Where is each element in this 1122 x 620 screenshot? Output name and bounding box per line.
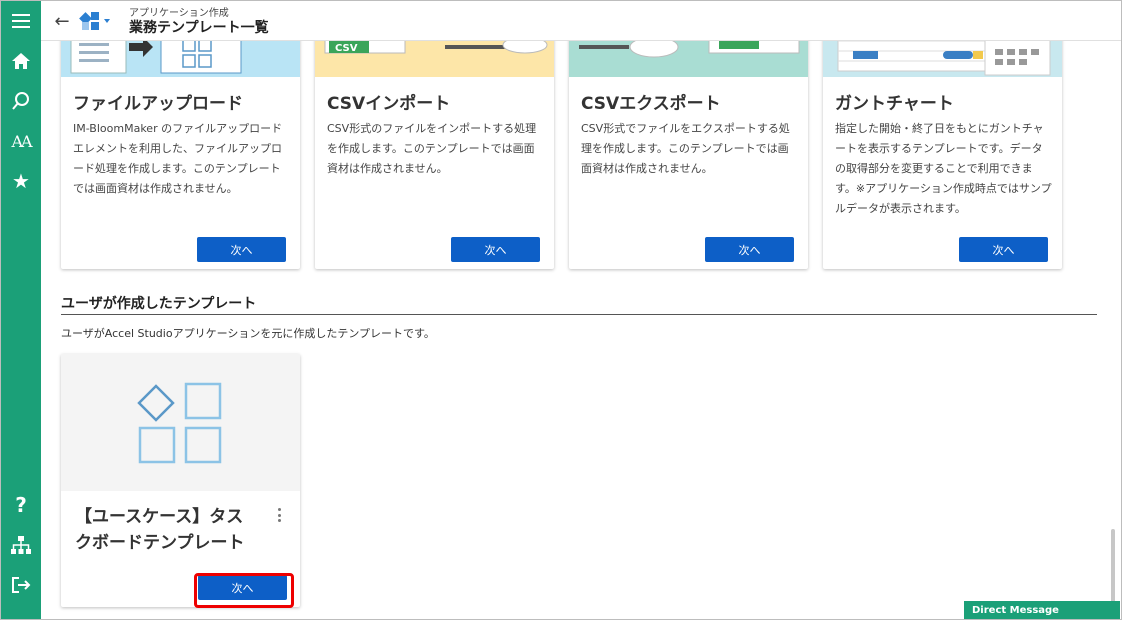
more-options-icon[interactable] xyxy=(274,506,284,524)
app-tool-icon[interactable] xyxy=(79,9,119,33)
template-card-gantt-chart: ガントチャート 指定した開始・終了日をもとにガントチャートを表示するテンプレート… xyxy=(823,41,1062,269)
card-illustration xyxy=(61,41,300,77)
template-card-csv-import: CSV CSVインポート CSV形式のファイルをインポートする処理を作成します。… xyxy=(315,41,554,269)
page-title: 業務テンプレート一覧 xyxy=(129,20,269,36)
card-title: ファイルアップロード xyxy=(73,94,243,114)
card-description: CSV形式のファイルをインポートする処理を作成します。このテンプレートでは画面資… xyxy=(327,122,537,175)
section-divider xyxy=(61,314,1097,315)
app-window: AA ★ ? ← アプリケーション作成 業務テンプレート一覧 ファイルアップロー… xyxy=(0,0,1122,620)
sitemap-icon[interactable] xyxy=(1,525,41,565)
card-illustration xyxy=(569,41,808,77)
card-description: 指定した開始・終了日をもとにガントチャートを表示するテンプレートです。データの取… xyxy=(835,122,1052,215)
menu-icon[interactable] xyxy=(1,1,41,41)
back-arrow-icon[interactable]: ← xyxy=(51,10,73,32)
card-title: 【ユースケース】タス クボードテンプレート xyxy=(75,504,245,556)
template-card-csv-export: CSVエクスポート CSV形式でファイルをエクスポートする処理を作成します。この… xyxy=(569,41,808,269)
card-description: CSV形式でファイルをエクスポートする処理を作成します。このテンプレートでは画面… xyxy=(581,122,790,175)
highlight-box xyxy=(194,573,294,608)
font-icon[interactable]: AA xyxy=(1,121,41,161)
csv-tag: CSV xyxy=(335,43,358,54)
next-button[interactable]: 次へ xyxy=(197,237,286,262)
direct-message-tab[interactable]: Direct Message xyxy=(964,601,1120,619)
card-title: ガントチャート xyxy=(835,94,954,114)
card-illustration: CSV xyxy=(315,41,554,77)
help-icon[interactable]: ? xyxy=(1,485,41,525)
header-bar: ← アプリケーション作成 業務テンプレート一覧 xyxy=(41,1,1121,41)
card-description: IM-BloomMaker のファイルアップロードエレメントを利用した、ファイル… xyxy=(73,122,283,195)
next-button[interactable]: 次へ xyxy=(959,237,1048,262)
sidebar: AA ★ ? xyxy=(1,1,41,619)
star-icon[interactable]: ★ xyxy=(1,161,41,201)
card-title-line-2: クボードテンプレート xyxy=(75,533,245,553)
home-icon[interactable] xyxy=(1,41,41,81)
card-title: CSVインポート xyxy=(327,94,451,114)
card-title: CSVエクスポート xyxy=(581,94,721,114)
section-description: ユーザがAccel Studioアプリケーションを元に作成したテンプレートです。 xyxy=(61,327,435,340)
template-thumbnail-icon xyxy=(137,382,222,464)
section-title: ユーザが作成したテンプレート xyxy=(61,296,257,312)
card-thumbnail xyxy=(61,354,300,491)
template-card-file-upload: ファイルアップロード IM-BloomMaker のファイルアップロードエレメン… xyxy=(61,41,300,269)
search-icon[interactable] xyxy=(1,81,41,121)
template-card-user-taskboard: 【ユースケース】タス クボードテンプレート 次へ xyxy=(61,354,300,607)
card-illustration xyxy=(823,41,1062,77)
card-title-line-1: 【ユースケース】タス xyxy=(75,507,244,527)
next-button[interactable]: 次へ xyxy=(451,237,540,262)
logout-icon[interactable] xyxy=(1,565,41,605)
next-button[interactable]: 次へ xyxy=(705,237,794,262)
main-content: ファイルアップロード IM-BloomMaker のファイルアップロードエレメン… xyxy=(41,41,1117,619)
